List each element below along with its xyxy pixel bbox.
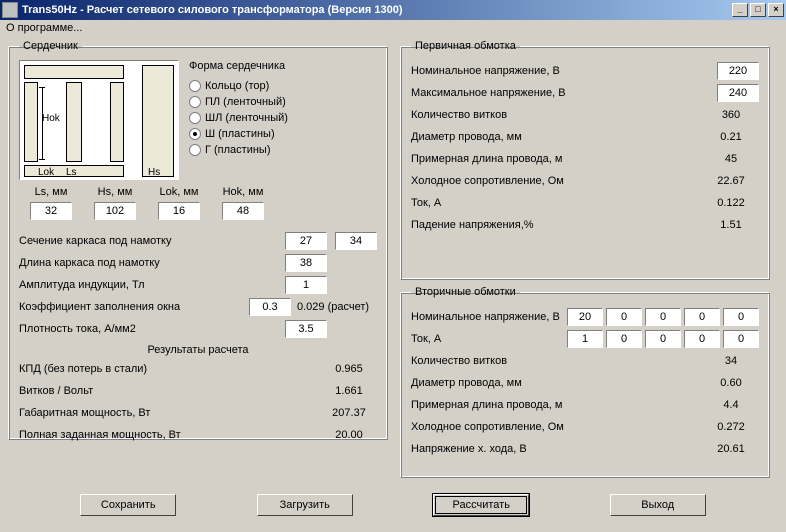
frame-section-label: Сечение каркаса под намотку xyxy=(19,235,285,247)
radio-ring[interactable]: Кольцо (тор) xyxy=(189,80,288,92)
induction-label: Амплитуда индукции, Тл xyxy=(19,279,285,291)
radio-shl[interactable]: ШЛ (ленточный) xyxy=(189,112,288,124)
frame-section-input-1[interactable] xyxy=(285,232,327,250)
prim-wire-label: Диаметр провода, мм xyxy=(411,131,703,143)
prim-drop-value: 1.51 xyxy=(703,219,759,231)
diag-ls-label: Ls xyxy=(66,167,77,178)
prim-cur-value: 0.122 xyxy=(703,197,759,209)
menubar: О программе... xyxy=(0,20,786,36)
fill-label: Коэффициент заполнения окна xyxy=(19,301,249,313)
induction-input[interactable] xyxy=(285,276,327,294)
lok-input[interactable] xyxy=(158,202,200,220)
sec-cur-input-1[interactable] xyxy=(606,330,642,348)
prim-res-label: Холодное сопротивление, Ом xyxy=(411,175,703,187)
kpd-value: 0.965 xyxy=(321,363,377,375)
titlebar: Trans50Hz - Расчет сетевого силового тра… xyxy=(0,0,786,20)
core-form-label: Форма сердечника xyxy=(189,60,288,72)
secondary-fieldset: Вторичные обмотки Номинальное напряжение… xyxy=(400,286,770,478)
sec-nom-input-1[interactable] xyxy=(606,308,642,326)
radio-sh[interactable]: Ш (пластины) xyxy=(189,128,288,140)
kpd-label: КПД (без потерь в стали) xyxy=(19,363,321,375)
diag-hok-label: Hok xyxy=(42,113,60,124)
sec-wire-value: 0.60 xyxy=(703,377,759,389)
radio-pl[interactable]: ПЛ (ленточный) xyxy=(189,96,288,108)
hs-label: Hs, мм xyxy=(83,186,147,198)
prim-res-value: 22.67 xyxy=(703,175,759,187)
prim-max-label: Максимальное напряжение, В xyxy=(411,87,717,99)
sec-cur-input-2[interactable] xyxy=(645,330,681,348)
sec-turns-value: 34 xyxy=(703,355,759,367)
sec-nom-label: Номинальное напряжение, В xyxy=(411,311,567,323)
sec-wire-label: Диаметр провода, мм xyxy=(411,377,703,389)
sec-cur-input-0[interactable] xyxy=(567,330,603,348)
minimize-button[interactable]: _ xyxy=(732,3,748,17)
prim-turns-value: 360 xyxy=(703,109,759,121)
sec-cur-input-4[interactable] xyxy=(723,330,759,348)
results-header: Результаты расчета xyxy=(19,344,377,356)
core-diagram: Hok Lok Ls Hs xyxy=(19,60,179,180)
sec-turns-label: Количество витков xyxy=(411,355,703,367)
vpv-label: Витков / Вольт xyxy=(19,385,321,397)
sec-len-value: 4.4 xyxy=(703,399,759,411)
exit-button[interactable]: Выход xyxy=(610,494,706,516)
fill-input[interactable] xyxy=(249,298,291,316)
save-button[interactable]: Сохранить xyxy=(80,494,176,516)
sec-nom-input-0[interactable] xyxy=(567,308,603,326)
sec-idle-label: Напряжение х. хода, В xyxy=(411,443,703,455)
frame-length-input[interactable] xyxy=(285,254,327,272)
density-label: Плотность тока, А/мм2 xyxy=(19,323,285,335)
sec-nom-input-2[interactable] xyxy=(645,308,681,326)
sec-nom-input-4[interactable] xyxy=(723,308,759,326)
prim-wire-value: 0.21 xyxy=(703,131,759,143)
gab-label: Габаритная мощность, Вт xyxy=(19,407,321,419)
core-fieldset: Сердечник Hok Lok Ls Hs xyxy=(8,40,388,440)
window-title: Trans50Hz - Расчет сетевого силового тра… xyxy=(22,4,732,16)
full-label: Полная заданная мощность, Вт xyxy=(19,429,321,441)
full-value: 20.00 xyxy=(321,429,377,441)
sec-nom-input-3[interactable] xyxy=(684,308,720,326)
density-input[interactable] xyxy=(285,320,327,338)
gab-value: 207.37 xyxy=(321,407,377,419)
hs-input[interactable] xyxy=(94,202,136,220)
diag-lok-label: Lok xyxy=(38,167,54,178)
menu-about[interactable]: О программе... xyxy=(6,22,82,34)
ls-input[interactable] xyxy=(30,202,72,220)
ls-label: Ls, мм xyxy=(19,186,83,198)
hok-input[interactable] xyxy=(222,202,264,220)
sec-res-label: Холодное сопротивление, Ом xyxy=(411,421,703,433)
secondary-legend: Вторичные обмотки xyxy=(411,286,520,298)
prim-turns-label: Количество витков xyxy=(411,109,703,121)
calc-button[interactable]: Рассчитать xyxy=(433,494,529,516)
prim-cur-label: Ток, А xyxy=(411,197,703,209)
sec-len-label: Примерная длина провода, м xyxy=(411,399,703,411)
lok-label: Lok, мм xyxy=(147,186,211,198)
hok-label: Hok, мм xyxy=(211,186,275,198)
app-icon xyxy=(2,2,18,18)
sec-res-value: 0.272 xyxy=(703,421,759,433)
sec-idle-value: 20.61 xyxy=(703,443,759,455)
diag-hs-label: Hs xyxy=(148,167,160,178)
maximize-button[interactable]: □ xyxy=(750,3,766,17)
close-button[interactable]: × xyxy=(768,3,784,17)
sec-cur-input-3[interactable] xyxy=(684,330,720,348)
prim-len-value: 45 xyxy=(703,153,759,165)
frame-section-input-2[interactable] xyxy=(335,232,377,250)
sec-cur-label: Ток, А xyxy=(411,333,567,345)
prim-drop-label: Падение напряжения,% xyxy=(411,219,703,231)
prim-nom-label: Номинальное напряжение, В xyxy=(411,65,717,77)
prim-nom-input[interactable] xyxy=(717,62,759,80)
frame-length-label: Длина каркаса под намотку xyxy=(19,257,285,269)
core-legend: Сердечник xyxy=(19,40,82,52)
radio-g[interactable]: Г (пластины) xyxy=(189,144,288,156)
primary-fieldset: Первичная обмотка Номинальное напряжение… xyxy=(400,40,770,280)
fill-calc: 0.029 (расчет) xyxy=(297,301,377,313)
prim-max-input[interactable] xyxy=(717,84,759,102)
load-button[interactable]: Загрузить xyxy=(257,494,353,516)
vpv-value: 1.661 xyxy=(321,385,377,397)
primary-legend: Первичная обмотка xyxy=(411,40,520,52)
prim-len-label: Примерная длина провода, м xyxy=(411,153,703,165)
